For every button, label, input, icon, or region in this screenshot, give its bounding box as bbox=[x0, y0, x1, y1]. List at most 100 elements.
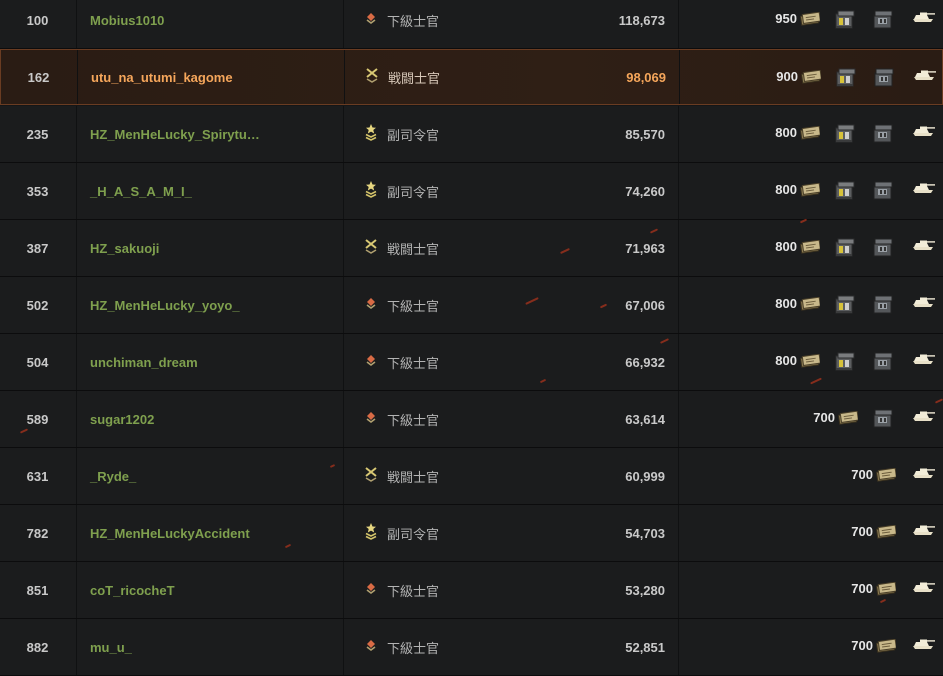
reward-cell: 700 bbox=[700, 448, 940, 504]
leaderboard-row[interactable]: 589 sugar1202 下級士官 63,614 700 bbox=[0, 391, 943, 448]
crate-icon bbox=[834, 294, 856, 316]
leaderboard-row[interactable]: 387 HZ_sakuoji 戦闘士官 71,963 800 bbox=[0, 220, 943, 277]
junior-officer-rank-icon bbox=[363, 10, 379, 31]
reward-cell: 700 bbox=[700, 619, 940, 675]
player-name[interactable]: unchiman_dream bbox=[90, 334, 198, 390]
tank-icon bbox=[910, 294, 936, 310]
bonds-reward: 900 bbox=[776, 69, 822, 84]
player-score: 53,280 bbox=[625, 582, 665, 598]
tank-icon bbox=[910, 522, 936, 538]
player-title: 副司令官 bbox=[387, 184, 440, 200]
player-title: 下級士官 bbox=[387, 298, 440, 314]
crate2-icon bbox=[872, 180, 894, 202]
rank-icon bbox=[362, 0, 380, 48]
leaderboard-row[interactable]: 851 coT_ricocheT 下級士官 53,280 700 bbox=[0, 562, 943, 619]
bonds-reward: 800 bbox=[775, 296, 821, 311]
rank-position: 353 bbox=[26, 183, 49, 199]
crate-icon bbox=[834, 123, 856, 145]
crate2-icon bbox=[872, 9, 894, 31]
combat-officer-rank-icon bbox=[363, 466, 379, 487]
player-name[interactable]: Mobius1010 bbox=[90, 0, 164, 48]
player-title: 副司令官 bbox=[387, 526, 440, 542]
rank-position: 631 bbox=[26, 468, 49, 484]
player-name[interactable]: HZ_MenHeLuckyAccident bbox=[90, 505, 250, 561]
player-name[interactable]: utu_na_utumi_kagome bbox=[91, 50, 233, 104]
crate-icon bbox=[835, 67, 857, 89]
player-score: 66,932 bbox=[625, 354, 665, 370]
bonds-amount: 800 bbox=[775, 125, 797, 140]
player-name[interactable]: HZ_MenHeLucky_Spirytu… bbox=[90, 106, 260, 162]
bonds-amount: 800 bbox=[775, 296, 797, 311]
tank-icon bbox=[910, 180, 936, 196]
player-title: 戦闘士官 bbox=[387, 241, 440, 257]
bond-icon bbox=[800, 69, 822, 84]
rank-icon bbox=[363, 50, 381, 104]
player-name[interactable]: HZ_MenHeLucky_yoyo_ bbox=[90, 277, 240, 333]
leaderboard-row[interactable]: 504 unchiman_dream 下級士官 66,932 800 bbox=[0, 334, 943, 391]
rank-position: 387 bbox=[26, 240, 49, 256]
crate2-icon bbox=[872, 294, 894, 316]
tank-icon bbox=[910, 123, 936, 139]
bonds-reward: 700 bbox=[851, 467, 897, 482]
leaderboard-row[interactable]: 162 utu_na_utumi_kagome 戦闘士官 98,069 900 bbox=[0, 49, 943, 105]
tank-icon bbox=[910, 237, 936, 253]
tank-icon bbox=[910, 579, 936, 595]
reward-cell: 800 bbox=[700, 220, 940, 276]
leaderboard-row[interactable]: 353 _H_A_S_A_M_I_ 副司令官 74,260 800 bbox=[0, 163, 943, 220]
reward-cell: 950 bbox=[700, 0, 940, 48]
rank-position: 502 bbox=[26, 297, 49, 313]
player-name[interactable]: sugar1202 bbox=[90, 391, 154, 447]
bonds-amount: 950 bbox=[775, 11, 797, 26]
leaderboard-row[interactable]: 882 mu_u_ 下級士官 52,851 700 bbox=[0, 619, 943, 676]
leaderboard-row[interactable]: 100 Mobius1010 下級士官 118,673 950 bbox=[0, 0, 943, 49]
tank-icon bbox=[910, 636, 936, 652]
reward-cell: 800 bbox=[700, 277, 940, 333]
bonds-amount: 900 bbox=[776, 69, 798, 84]
player-score: 71,963 bbox=[625, 240, 665, 256]
player-name[interactable]: _H_A_S_A_M_I_ bbox=[90, 163, 192, 219]
rank-icon bbox=[362, 562, 380, 618]
crate-icon bbox=[834, 237, 856, 259]
player-name[interactable]: mu_u_ bbox=[90, 619, 132, 675]
leaderboard-row[interactable]: 235 HZ_MenHeLucky_Spirytu… 副司令官 85,570 8… bbox=[0, 106, 943, 163]
crate2-icon bbox=[872, 237, 894, 259]
crate-icon bbox=[834, 351, 856, 373]
deputy-commander-rank-icon bbox=[363, 180, 379, 203]
junior-officer-rank-icon bbox=[363, 409, 379, 430]
bonds-reward: 950 bbox=[775, 11, 821, 26]
player-title: 下級士官 bbox=[387, 412, 440, 428]
bond-icon bbox=[875, 524, 897, 539]
rank-icon bbox=[362, 391, 380, 447]
bonds-reward: 800 bbox=[775, 239, 821, 254]
bonds-reward: 700 bbox=[813, 410, 859, 425]
player-name[interactable]: coT_ricocheT bbox=[90, 562, 175, 618]
junior-officer-rank-icon bbox=[363, 580, 379, 601]
reward-cell: 800 bbox=[700, 334, 940, 390]
bond-icon bbox=[875, 467, 897, 482]
leaderboard-row[interactable]: 782 HZ_MenHeLuckyAccident 副司令官 54,703 70… bbox=[0, 505, 943, 562]
rank-icon bbox=[362, 220, 380, 276]
player-score: 74,260 bbox=[625, 183, 665, 199]
bonds-amount: 700 bbox=[851, 581, 873, 596]
bonds-reward: 800 bbox=[775, 125, 821, 140]
deputy-commander-rank-icon bbox=[363, 123, 379, 146]
tank-icon bbox=[910, 465, 936, 481]
bonds-reward: 700 bbox=[851, 524, 897, 539]
bonds-amount: 700 bbox=[851, 638, 873, 653]
player-title: 下級士官 bbox=[387, 583, 440, 599]
leaderboard-row[interactable]: 631 _Ryde_ 戦闘士官 60,999 700 bbox=[0, 448, 943, 505]
bonds-reward: 800 bbox=[775, 182, 821, 197]
leaderboard-row[interactable]: 502 HZ_MenHeLucky_yoyo_ 下級士官 67,006 800 bbox=[0, 277, 943, 334]
bonds-amount: 800 bbox=[775, 353, 797, 368]
player-score: 98,069 bbox=[626, 69, 666, 85]
player-title: 下級士官 bbox=[387, 355, 440, 371]
rank-position: 589 bbox=[26, 411, 49, 427]
reward-cell: 700 bbox=[700, 505, 940, 561]
player-title: 下級士官 bbox=[387, 13, 440, 29]
player-name[interactable]: HZ_sakuoji bbox=[90, 220, 159, 276]
player-score: 60,999 bbox=[625, 468, 665, 484]
rank-icon bbox=[362, 106, 380, 162]
player-name[interactable]: _Ryde_ bbox=[90, 448, 136, 504]
crate2-icon bbox=[873, 67, 895, 89]
rank-icon bbox=[362, 334, 380, 390]
